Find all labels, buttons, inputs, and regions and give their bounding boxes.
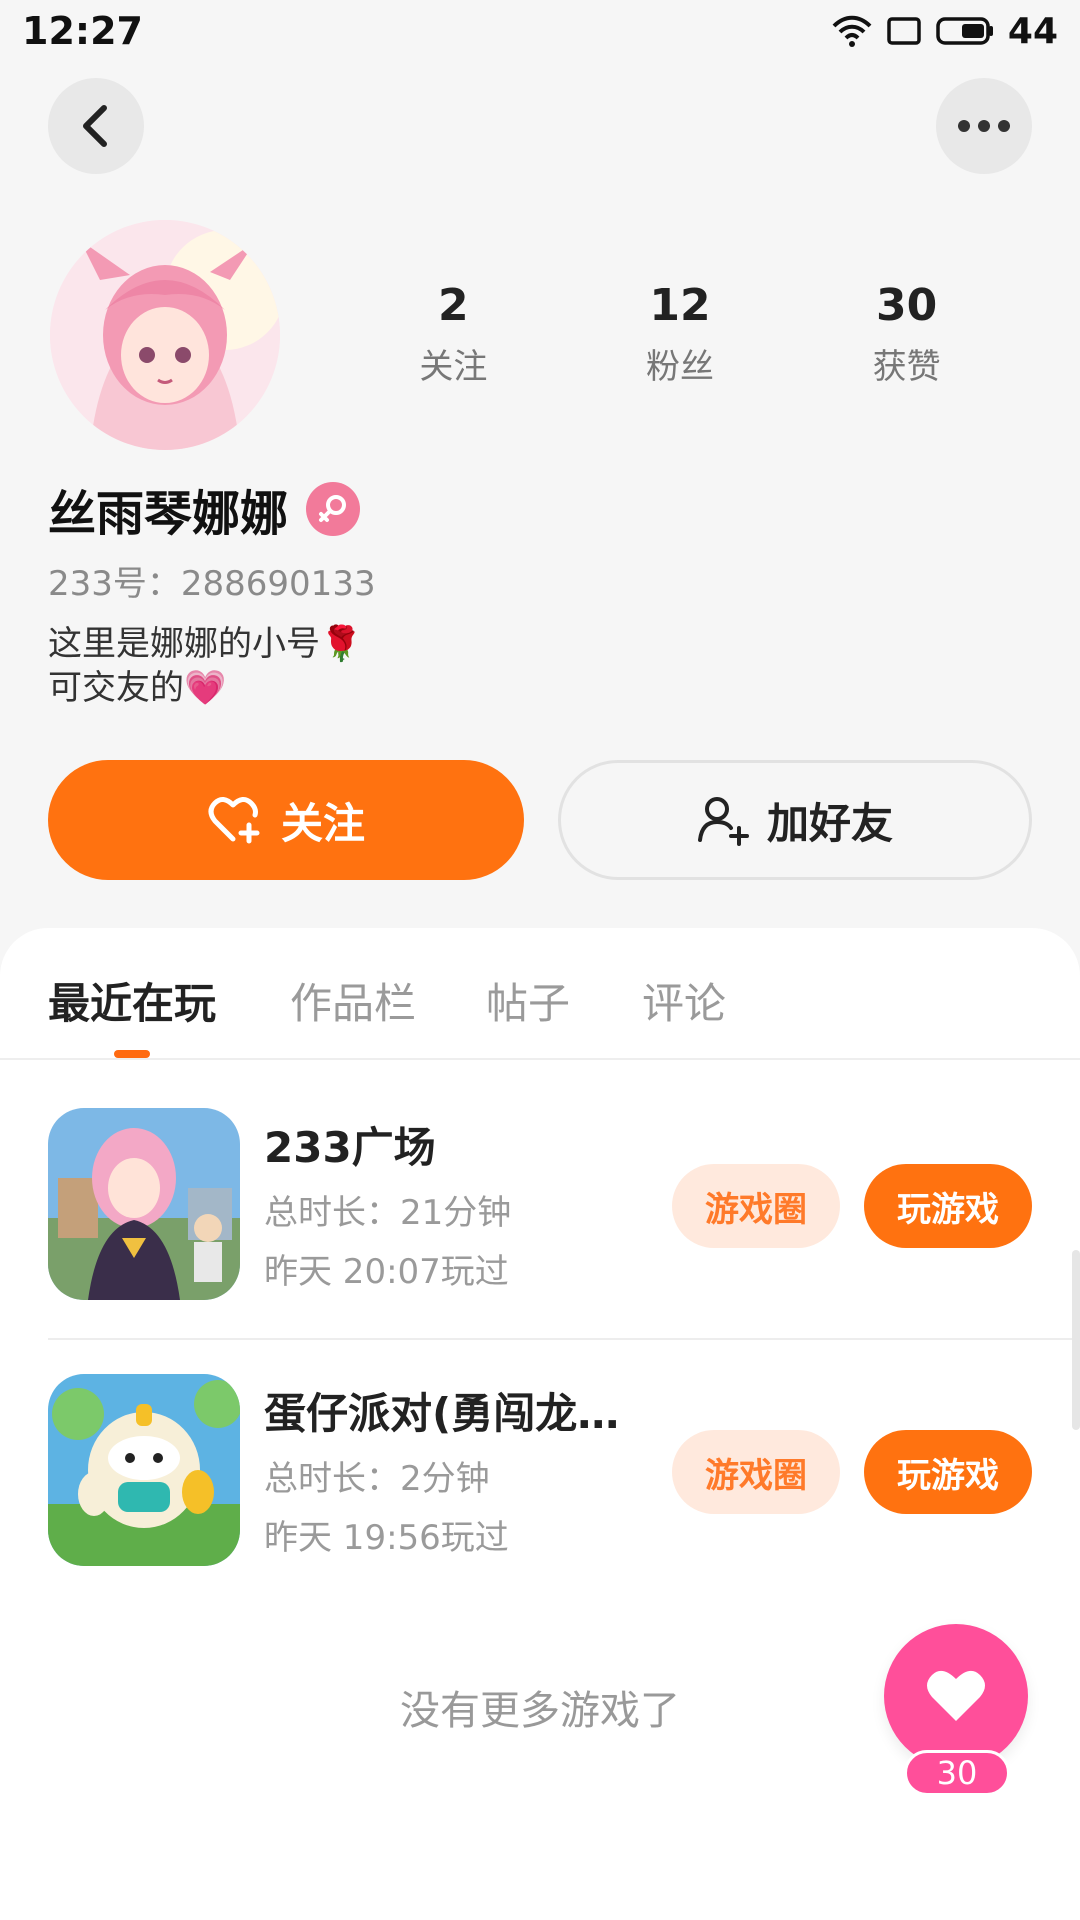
status-icons: 44 — [832, 11, 1058, 52]
play-game-button[interactable]: 玩游戏 — [864, 1430, 1032, 1514]
stat-value: 30 — [876, 280, 938, 331]
game-duration: 总时长：21分钟 — [264, 1193, 512, 1233]
tab-indicator — [114, 1050, 150, 1058]
battery-icon — [936, 17, 993, 45]
add-user-icon — [697, 797, 749, 846]
avatar-image — [50, 220, 280, 450]
profile-stats: 2 关注 12 粉丝 30 获赞 — [340, 280, 1020, 388]
user-id: 233号：288690133 — [48, 564, 376, 604]
tab-posts[interactable]: 帖子 — [486, 970, 570, 1031]
follow-button[interactable]: 关注 — [48, 760, 524, 880]
tab-works[interactable]: 作品栏 — [290, 970, 416, 1031]
game-last-played: 昨天 20:07玩过 — [264, 1252, 509, 1292]
game-info: 233广场 总时长：21分钟 昨天 20:07玩过 — [264, 1114, 654, 1293]
female-icon — [306, 482, 361, 536]
bio: 这里是娜娜的小号🌹 可交友的💗 — [48, 622, 362, 710]
stat-likes[interactable]: 30 获赞 — [807, 280, 1007, 388]
stat-label: 关注 — [419, 347, 488, 387]
battery-level: 44 — [1007, 10, 1058, 52]
scrollbar[interactable] — [1072, 1250, 1080, 1430]
tab-recent-play[interactable]: 最近在玩 — [48, 970, 216, 1031]
sim-icon — [887, 17, 921, 45]
game-row[interactable]: 蛋仔派对(勇闯龙蛋… 总时长：2分钟 昨天 19:56玩过 游戏圈 玩游戏 — [0, 1374, 1080, 1570]
game-circle-button[interactable]: 游戏圈 — [672, 1164, 840, 1248]
like-button[interactable] — [884, 1624, 1028, 1768]
follow-label: 关注 — [280, 798, 365, 848]
status-bar: 12:27 44 — [0, 0, 1080, 62]
game-duration: 总时长：2分钟 — [264, 1459, 490, 1499]
game-icon[interactable] — [48, 1108, 240, 1300]
name-row: 丝雨琴娜娜 — [48, 474, 361, 544]
heart-plus-icon — [208, 797, 260, 844]
add-friend-button[interactable]: 加好友 — [558, 760, 1032, 880]
stat-label: 获赞 — [872, 347, 941, 387]
avatar[interactable] — [50, 220, 280, 450]
game-info: 蛋仔派对(勇闯龙蛋… 总时长：2分钟 昨天 19:56玩过 — [264, 1380, 654, 1559]
game-last-played: 昨天 19:56玩过 — [264, 1518, 509, 1558]
stat-fans[interactable]: 12 粉丝 — [580, 280, 780, 388]
like-count-badge: 30 — [904, 1750, 1010, 1796]
stat-label: 粉丝 — [645, 347, 714, 387]
profile-name: 丝雨琴娜娜 — [48, 486, 289, 542]
row-divider — [48, 1338, 1080, 1340]
game-icon[interactable] — [48, 1374, 240, 1566]
more-button[interactable] — [936, 78, 1032, 174]
bio-line: 这里是娜娜的小号🌹 — [48, 624, 363, 664]
heart-icon — [927, 1670, 985, 1721]
chevron-left-icon — [83, 105, 107, 147]
game-title: 蛋仔派对(勇闯龙蛋… — [264, 1389, 654, 1438]
play-game-button[interactable]: 玩游戏 — [864, 1164, 1032, 1248]
game-title: 233广场 — [264, 1123, 436, 1172]
more-dots-icon — [958, 120, 1010, 132]
wifi-icon — [832, 15, 872, 47]
stat-following[interactable]: 2 关注 — [353, 280, 553, 388]
bio-line: 可交友的💗 — [48, 668, 227, 708]
stat-value: 2 — [438, 280, 469, 331]
tab-bar: 最近在玩 作品栏 帖子 评论 — [0, 928, 1080, 1060]
back-button[interactable] — [48, 78, 144, 174]
game-circle-button[interactable]: 游戏圈 — [672, 1430, 840, 1514]
game-row[interactable]: 233广场 总时长：21分钟 昨天 20:07玩过 游戏圈 玩游戏 — [0, 1108, 1080, 1304]
tab-comments[interactable]: 评论 — [642, 970, 726, 1031]
add-friend-label: 加好友 — [766, 798, 893, 848]
stat-value: 12 — [649, 280, 711, 331]
status-time: 12:27 — [22, 9, 143, 53]
